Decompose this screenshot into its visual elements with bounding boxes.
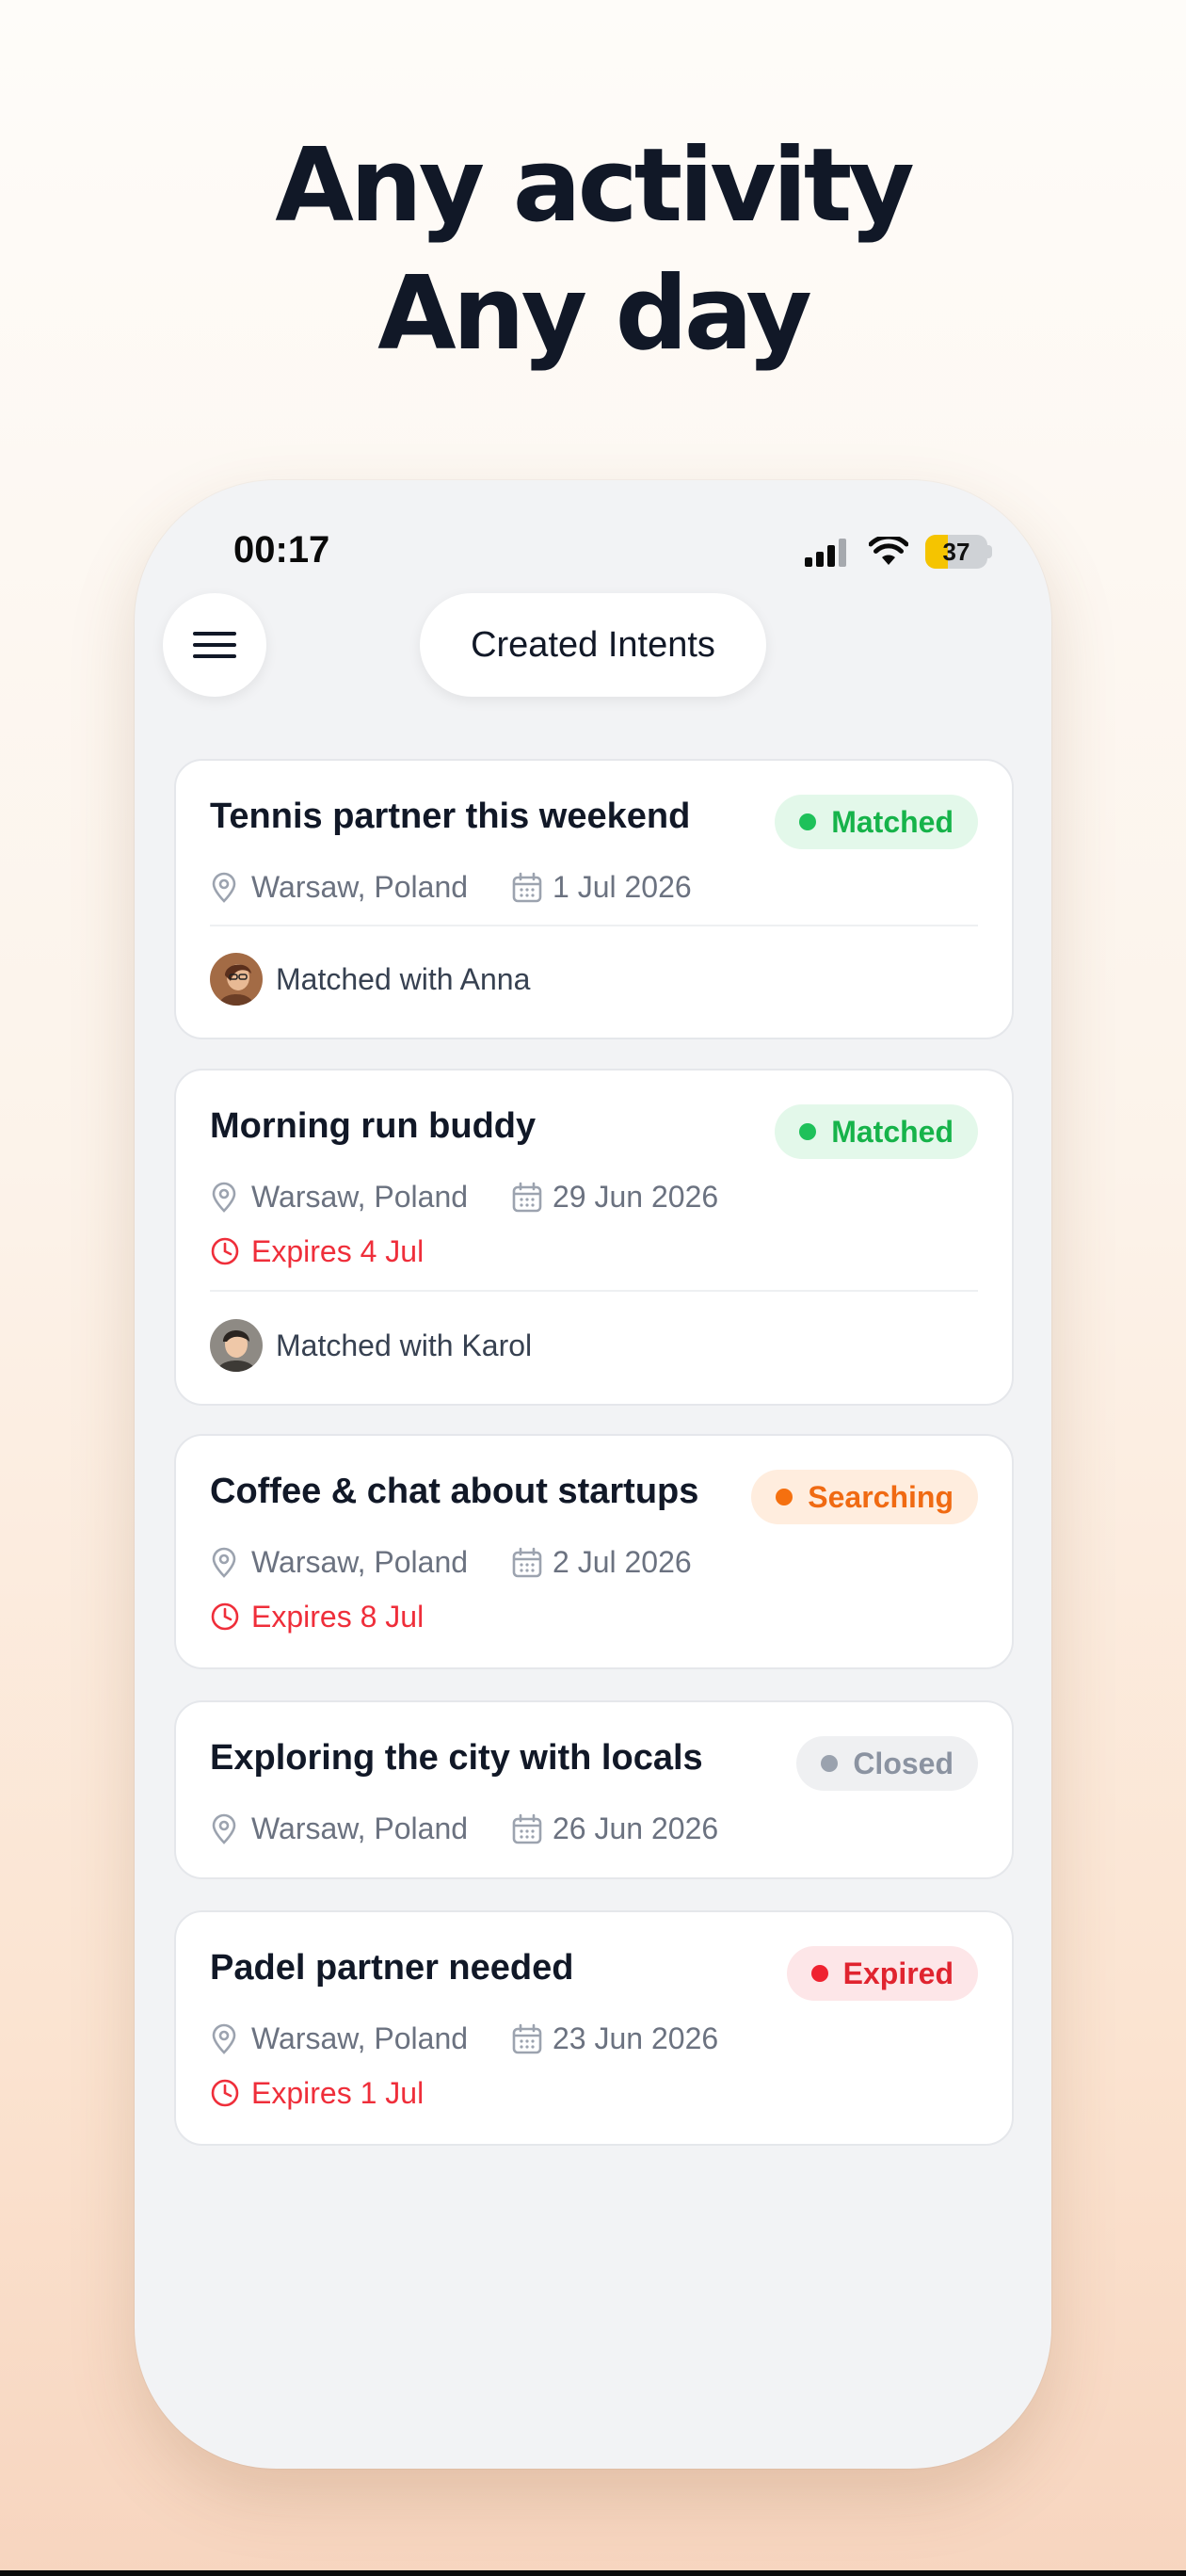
page-title: Created Intents [420,593,766,697]
hero-line-1: Any activity [275,127,914,245]
intent-card[interactable]: Tennis partner this weekend Matched Wars… [174,759,1014,1039]
intent-location: Warsaw, Poland [251,2021,469,2055]
matched-with-text: Matched with Anna [276,962,531,996]
status-badge: Matched [775,795,978,849]
status-label: Matched [831,805,954,839]
calendar-icon [512,1182,542,1213]
intent-date: 29 Jun 2026 [553,1180,719,1214]
divider [210,1290,978,1292]
map-pin-icon [212,1182,236,1213]
divider [210,925,978,926]
intent-location: Warsaw, Poland [251,1180,469,1214]
intent-card[interactable]: Morning run buddy Matched Warsaw, Poland… [174,1069,1014,1406]
calendar-icon [512,1813,542,1844]
cellular-signal-icon [805,539,846,567]
battery-cap [987,545,992,558]
calendar-icon [512,1547,542,1578]
calendar-icon [512,872,542,903]
intent-title: Padel partner needed [210,1948,574,1988]
avatar [210,953,263,1006]
status-badge: Searching [751,1470,978,1524]
map-pin-icon [212,872,236,903]
intent-location: Warsaw, Poland [251,1811,469,1845]
map-pin-icon [212,1813,236,1844]
clock-icon [211,2079,239,2107]
intent-title: Tennis partner this weekend [210,797,691,836]
expiry-text: Expires 1 Jul [251,2076,425,2110]
status-dot [799,1123,817,1140]
intent-card[interactable]: Coffee & chat about startups Searching W… [174,1434,1014,1669]
intent-date: 1 Jul 2026 [553,870,692,904]
bottom-edge [0,2570,1186,2576]
status-label: Closed [853,1747,954,1780]
status-bar: 00:17 37 [135,518,1051,589]
status-badge: Closed [796,1736,978,1791]
status-label: Matched [831,1115,954,1149]
expiry-text: Expires 4 Jul [251,1234,425,1268]
status-dot [821,1755,839,1772]
avatar [210,1319,263,1372]
intent-date: 2 Jul 2026 [553,1545,692,1579]
intent-date: 23 Jun 2026 [553,2021,719,2055]
intent-date: 26 Jun 2026 [553,1811,719,1845]
status-label: Searching [808,1480,954,1514]
expiry-text: Expires 8 Jul [251,1600,425,1634]
calendar-icon [512,2023,542,2054]
intent-location: Warsaw, Poland [251,870,469,904]
intent-title: Morning run buddy [210,1106,537,1146]
clock-icon [211,1237,239,1265]
intent-title: Exploring the city with locals [210,1738,703,1778]
intent-location: Warsaw, Poland [251,1545,469,1579]
status-badge: Matched [775,1104,978,1159]
status-dot [799,813,817,830]
status-badge: Expired [786,1946,978,2001]
battery-percentage: 37 [942,538,970,566]
intent-card[interactable]: Padel partner needed Expired Warsaw, Pol… [174,1910,1014,2146]
status-time: 00:17 [233,529,330,571]
status-dot [776,1489,793,1505]
intent-title: Coffee & chat about startups [210,1472,699,1511]
hero-headline: Any activity Any day [0,122,1186,378]
hero-line-2: Any day [377,255,812,373]
map-pin-icon [212,2023,236,2054]
map-pin-icon [212,1547,236,1578]
matched-with-text: Matched with Karol [276,1328,533,1362]
menu-button[interactable] [163,593,266,697]
intent-card[interactable]: Exploring the city with locals Closed Wa… [174,1700,1014,1879]
battery-icon: 37 [925,535,987,569]
status-dot [810,1965,828,1982]
clock-icon [211,1602,239,1631]
status-label: Expired [842,1956,954,1990]
wifi-icon [869,537,908,565]
phone-frame: 00:17 37 Created Intents Tennis partner … [135,480,1051,2469]
